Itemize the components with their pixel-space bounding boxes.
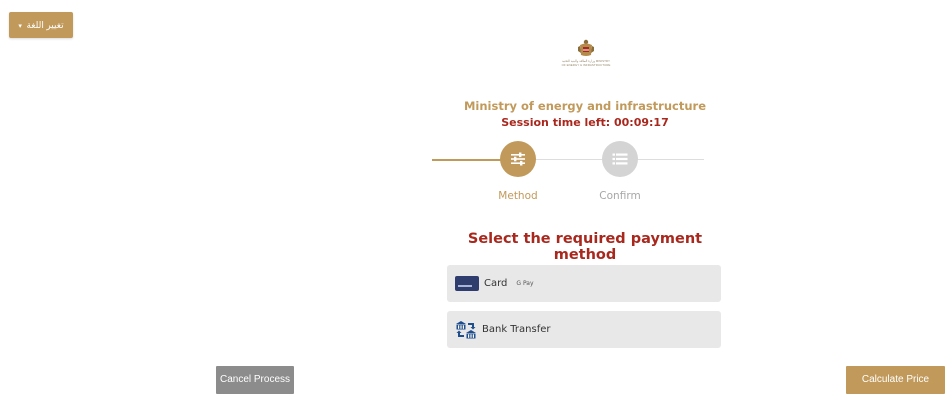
caret-down-icon: ▾ xyxy=(18,23,22,30)
payment-page: ▾ تغيير اللغة وزارة الطاقة والبنية التحت… xyxy=(0,0,945,394)
step-method-circle[interactable] xyxy=(500,141,536,177)
ministry-title: Ministry of energy and infrastructure xyxy=(463,99,707,113)
step-confirm-label: Confirm xyxy=(599,190,641,202)
payment-method-heading: Select the required payment method xyxy=(467,231,703,263)
step-method-label: Method xyxy=(498,190,538,202)
language-toggle-button[interactable]: ▾ تغيير اللغة xyxy=(9,12,73,38)
uae-emblem-logo: وزارة الطاقة والبنية التحتية MINISTRY OF… xyxy=(560,38,612,70)
payment-option-bank-transfer[interactable]: Bank Transfer xyxy=(447,311,721,348)
emblem-caption: وزارة الطاقة والبنية التحتية MINISTRY OF… xyxy=(561,59,611,67)
credit-card-icon xyxy=(455,276,479,291)
payment-option-card[interactable]: Card G Pay xyxy=(447,265,721,302)
card-option-label: Card xyxy=(484,278,508,289)
bank-transfer-icon xyxy=(456,320,476,338)
language-button-label: تغيير اللغة xyxy=(26,20,64,30)
cancel-process-button[interactable]: Cancel Process xyxy=(216,366,294,394)
step-confirm-circle[interactable] xyxy=(602,141,638,177)
sliders-icon xyxy=(511,152,525,166)
list-icon xyxy=(612,153,628,165)
google-pay-label: G Pay xyxy=(516,280,534,287)
session-timer: Session time left: 00:09:17 xyxy=(501,116,669,129)
calculate-price-button[interactable]: Calculate Price xyxy=(846,366,945,394)
bank-transfer-label: Bank Transfer xyxy=(482,324,551,335)
uae-emblem-icon xyxy=(578,39,594,56)
